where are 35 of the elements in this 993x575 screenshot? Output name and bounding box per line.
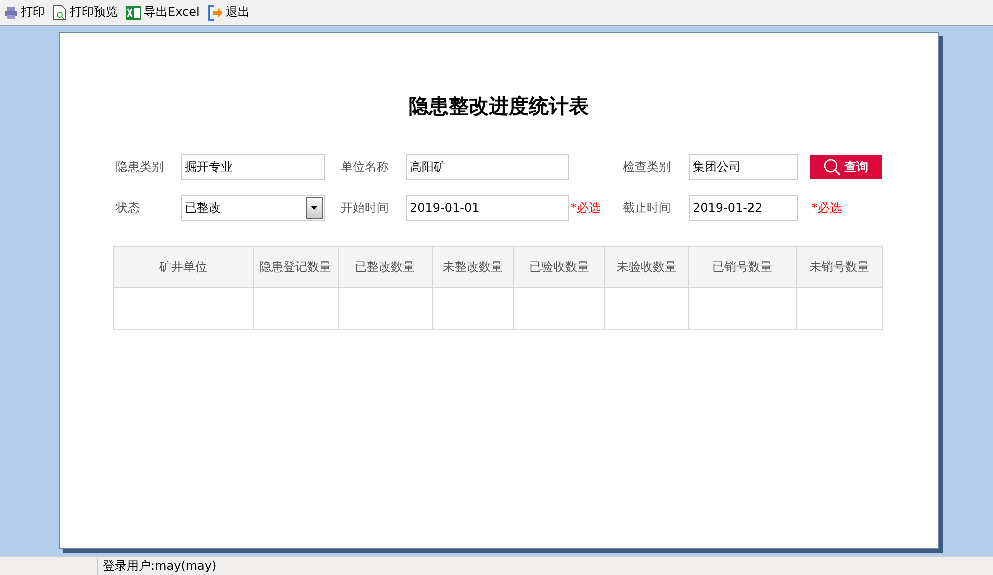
field-label: 截止时间 (623, 200, 672, 216)
toolbar-button[interactable]: 打印预览 (53, 4, 118, 21)
printer-icon (4, 6, 18, 20)
input-field[interactable]: 高阳矿 (406, 154, 569, 180)
field-label: 单位名称 (341, 158, 390, 176)
column-header: 已销号数量 (688, 246, 797, 288)
input-field[interactable]: 掘开专业 (181, 154, 325, 180)
column-header: 已整改数量 (338, 246, 432, 288)
column-header: 隐患登记数量 (253, 246, 338, 288)
field-label: 检查类别 (623, 158, 672, 176)
input-field[interactable]: 集团公司 (689, 154, 798, 180)
column-header: 未整改数量 (432, 246, 514, 288)
field-label: 开始时间 (341, 200, 390, 216)
report-title: 隐患整改进度统计表 (409, 93, 589, 120)
login-user-text: 登录用户:may(may) (97, 558, 898, 574)
exit-icon (208, 4, 223, 20)
date-field[interactable]: 2019-01-01 (406, 195, 569, 221)
toolbar-button[interactable]: 退出 (208, 4, 250, 21)
search-button[interactable]: 查询 (810, 155, 882, 179)
toolbar-button[interactable]: 打印 (4, 4, 45, 21)
date-field[interactable]: 2019-01-22 (689, 195, 798, 221)
column-header: 未销号数量 (796, 246, 882, 288)
column-header: 已验收数量 (514, 246, 605, 288)
toolbar-button[interactable]: 导出Excel (126, 4, 200, 21)
field-label: 隐患类别 (116, 158, 165, 176)
field-label: 状态 (116, 200, 141, 216)
spreadsheet-icon (126, 6, 141, 20)
search-icon (824, 158, 840, 176)
column-header: 矿井单位 (114, 246, 254, 288)
dropdown-caret-icon (311, 206, 318, 210)
required-note: *必选 (811, 200, 843, 216)
column-header: 未验收数量 (604, 246, 689, 288)
document-search-icon (53, 4, 67, 20)
status-select[interactable]: 已整改 (181, 195, 325, 221)
required-note: *必选 (570, 200, 602, 216)
